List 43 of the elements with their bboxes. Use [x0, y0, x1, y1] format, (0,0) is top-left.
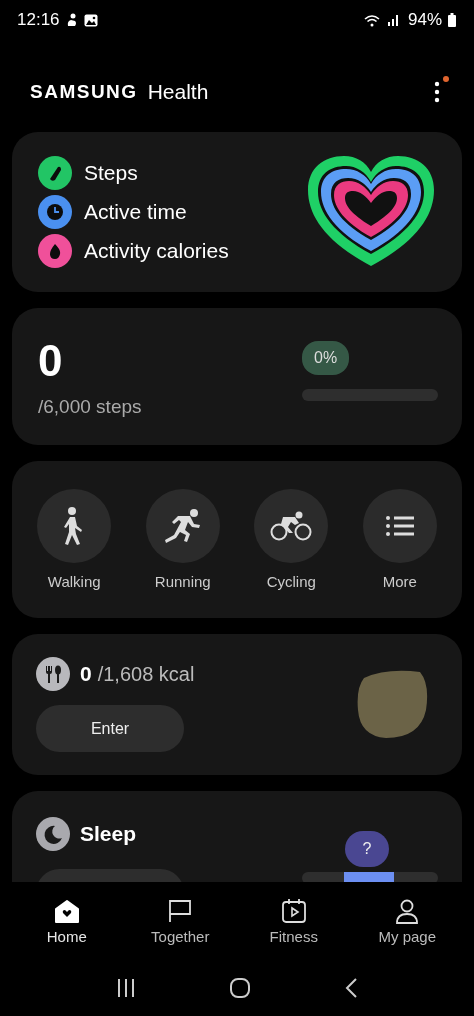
running-person-icon	[163, 508, 202, 544]
home-tab[interactable]: Home	[16, 896, 117, 946]
sleep-title: Sleep	[80, 822, 137, 846]
workout-label: Running	[154, 573, 211, 590]
more-options-icon	[434, 81, 440, 103]
steps-goal: /6,000 steps	[38, 395, 142, 418]
fork-spoon-icon	[36, 657, 70, 691]
list-icon	[384, 515, 415, 537]
person-icon	[394, 897, 421, 924]
ring-label: Activity calories	[84, 239, 229, 263]
back-button[interactable]	[343, 977, 358, 999]
ring-label: Active time	[84, 200, 187, 224]
recent-apps-button[interactable]	[116, 978, 137, 998]
help-bubble: ?	[345, 831, 389, 867]
fitness-tab[interactable]: Fitness	[243, 896, 344, 946]
ring-label: Steps	[84, 161, 138, 185]
signal-icon	[386, 14, 400, 26]
moon-icon	[36, 817, 70, 851]
battery-percent: 94%	[407, 10, 442, 30]
calorie-count: 0	[80, 662, 92, 686]
flag-icon	[167, 897, 194, 924]
steps-count: 0	[38, 335, 64, 386]
mypage-tab[interactable]: My page	[357, 896, 458, 946]
battery-icon	[448, 13, 456, 27]
cyclist-icon	[269, 511, 314, 541]
activity-card[interactable]: Steps Active time Activity calories	[12, 132, 462, 292]
app-title: Health	[147, 80, 209, 104]
home-heart-icon	[53, 897, 80, 924]
food-card[interactable]: 0 /1,608 kcal Enter	[12, 634, 462, 775]
image-icon	[83, 13, 98, 27]
workout-label: Walking	[47, 573, 101, 590]
percent-badge: 0%	[302, 340, 350, 375]
calendar-play-icon	[280, 897, 307, 924]
enter-button[interactable]: Enter	[36, 705, 184, 752]
wifi-icon	[363, 13, 381, 27]
workout-label: Cycling	[266, 573, 316, 590]
together-tab[interactable]: Together	[130, 896, 231, 946]
brand-logo: SAMSUNG	[30, 81, 138, 103]
workout-label: More	[382, 573, 417, 590]
home-button[interactable]	[229, 977, 251, 999]
status-time: 12:16	[17, 10, 60, 30]
calorie-goal: /1,608 kcal	[97, 662, 195, 686]
steps-card[interactable]: 0 /6,000 steps 0%	[12, 308, 462, 445]
